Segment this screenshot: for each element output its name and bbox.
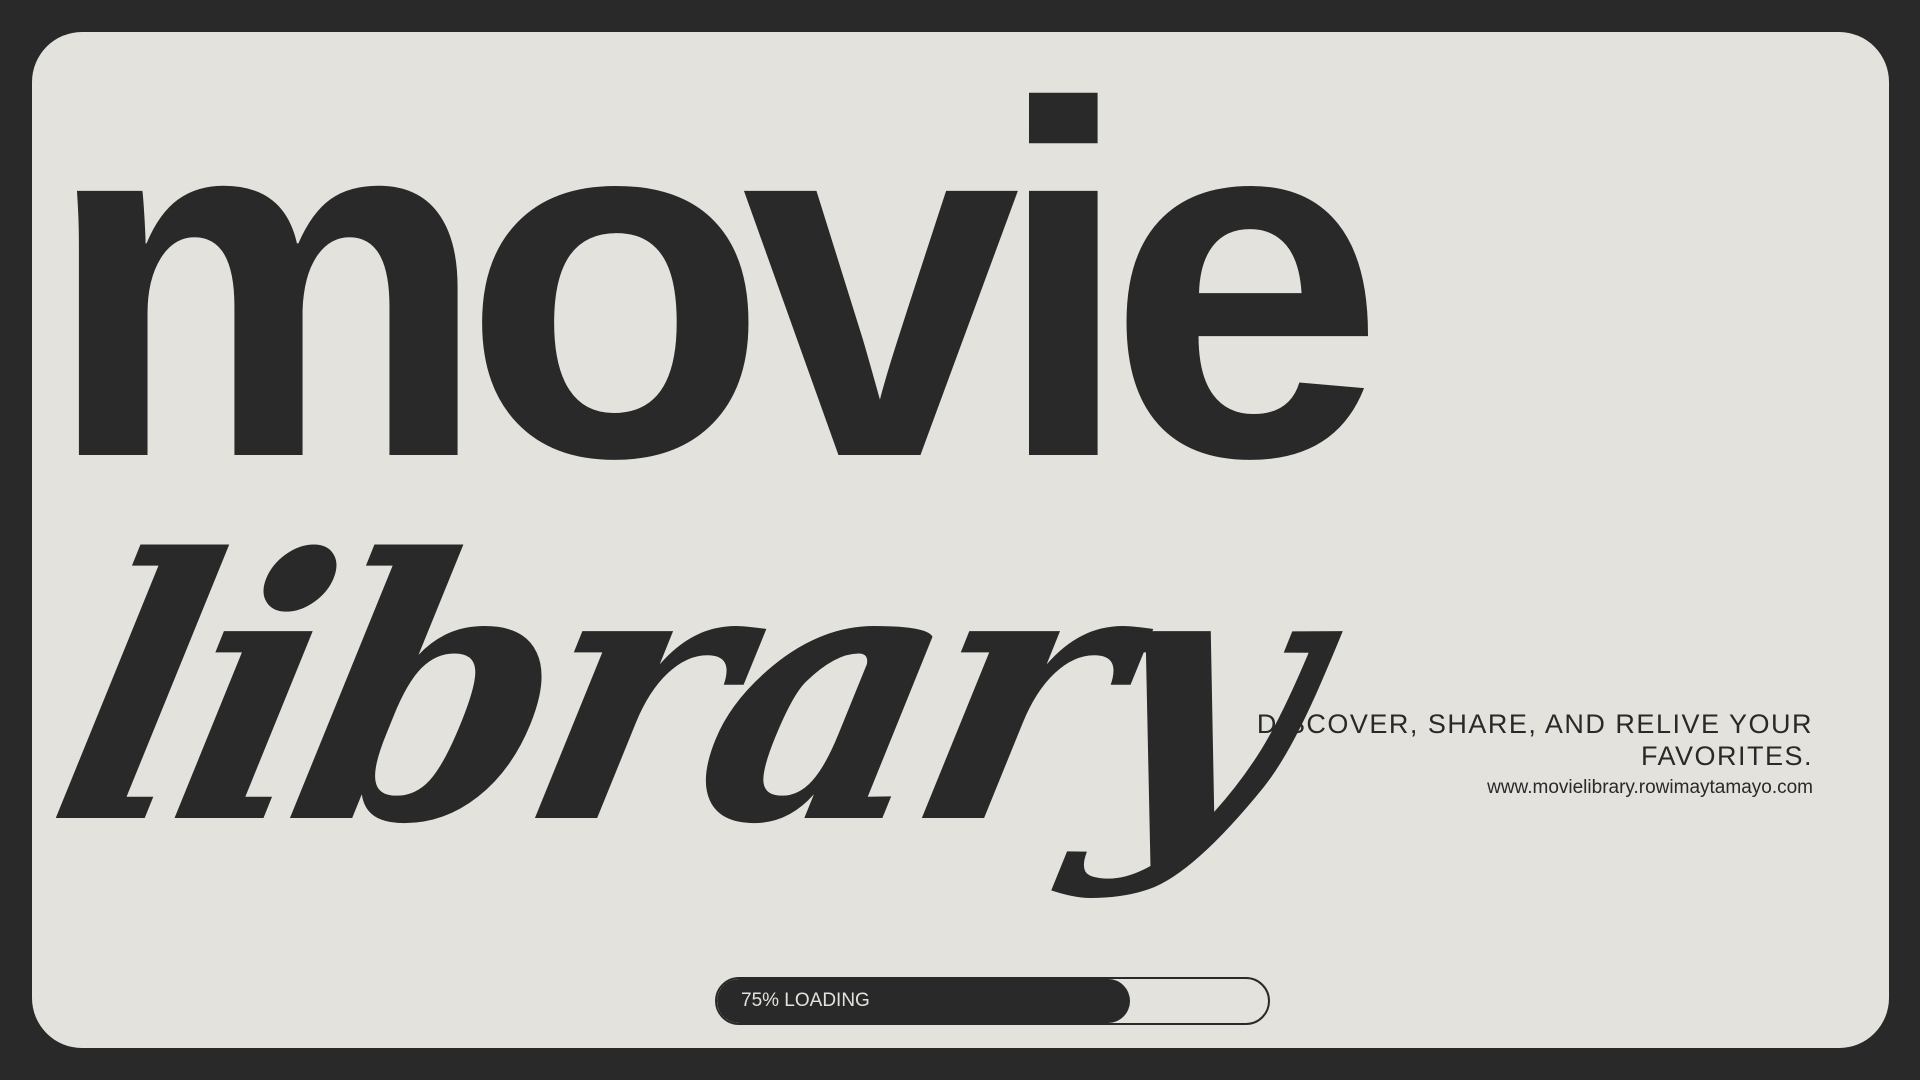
loading-progress-bar: 75% LOADING [715,977,1270,1025]
title-movie: movie [44,32,1385,561]
website-url: www.movielibrary.rowimaytamayo.com [1487,777,1813,798]
loading-screen-panel: movie library DISCOVER, SHARE, AND RELIV… [32,32,1889,1048]
title-library: library [32,480,1337,903]
loading-progress-label: 75% LOADING [741,990,870,1011]
tagline: DISCOVER, SHARE, AND RELIVE YOUR FAVORIT… [1256,709,1813,771]
